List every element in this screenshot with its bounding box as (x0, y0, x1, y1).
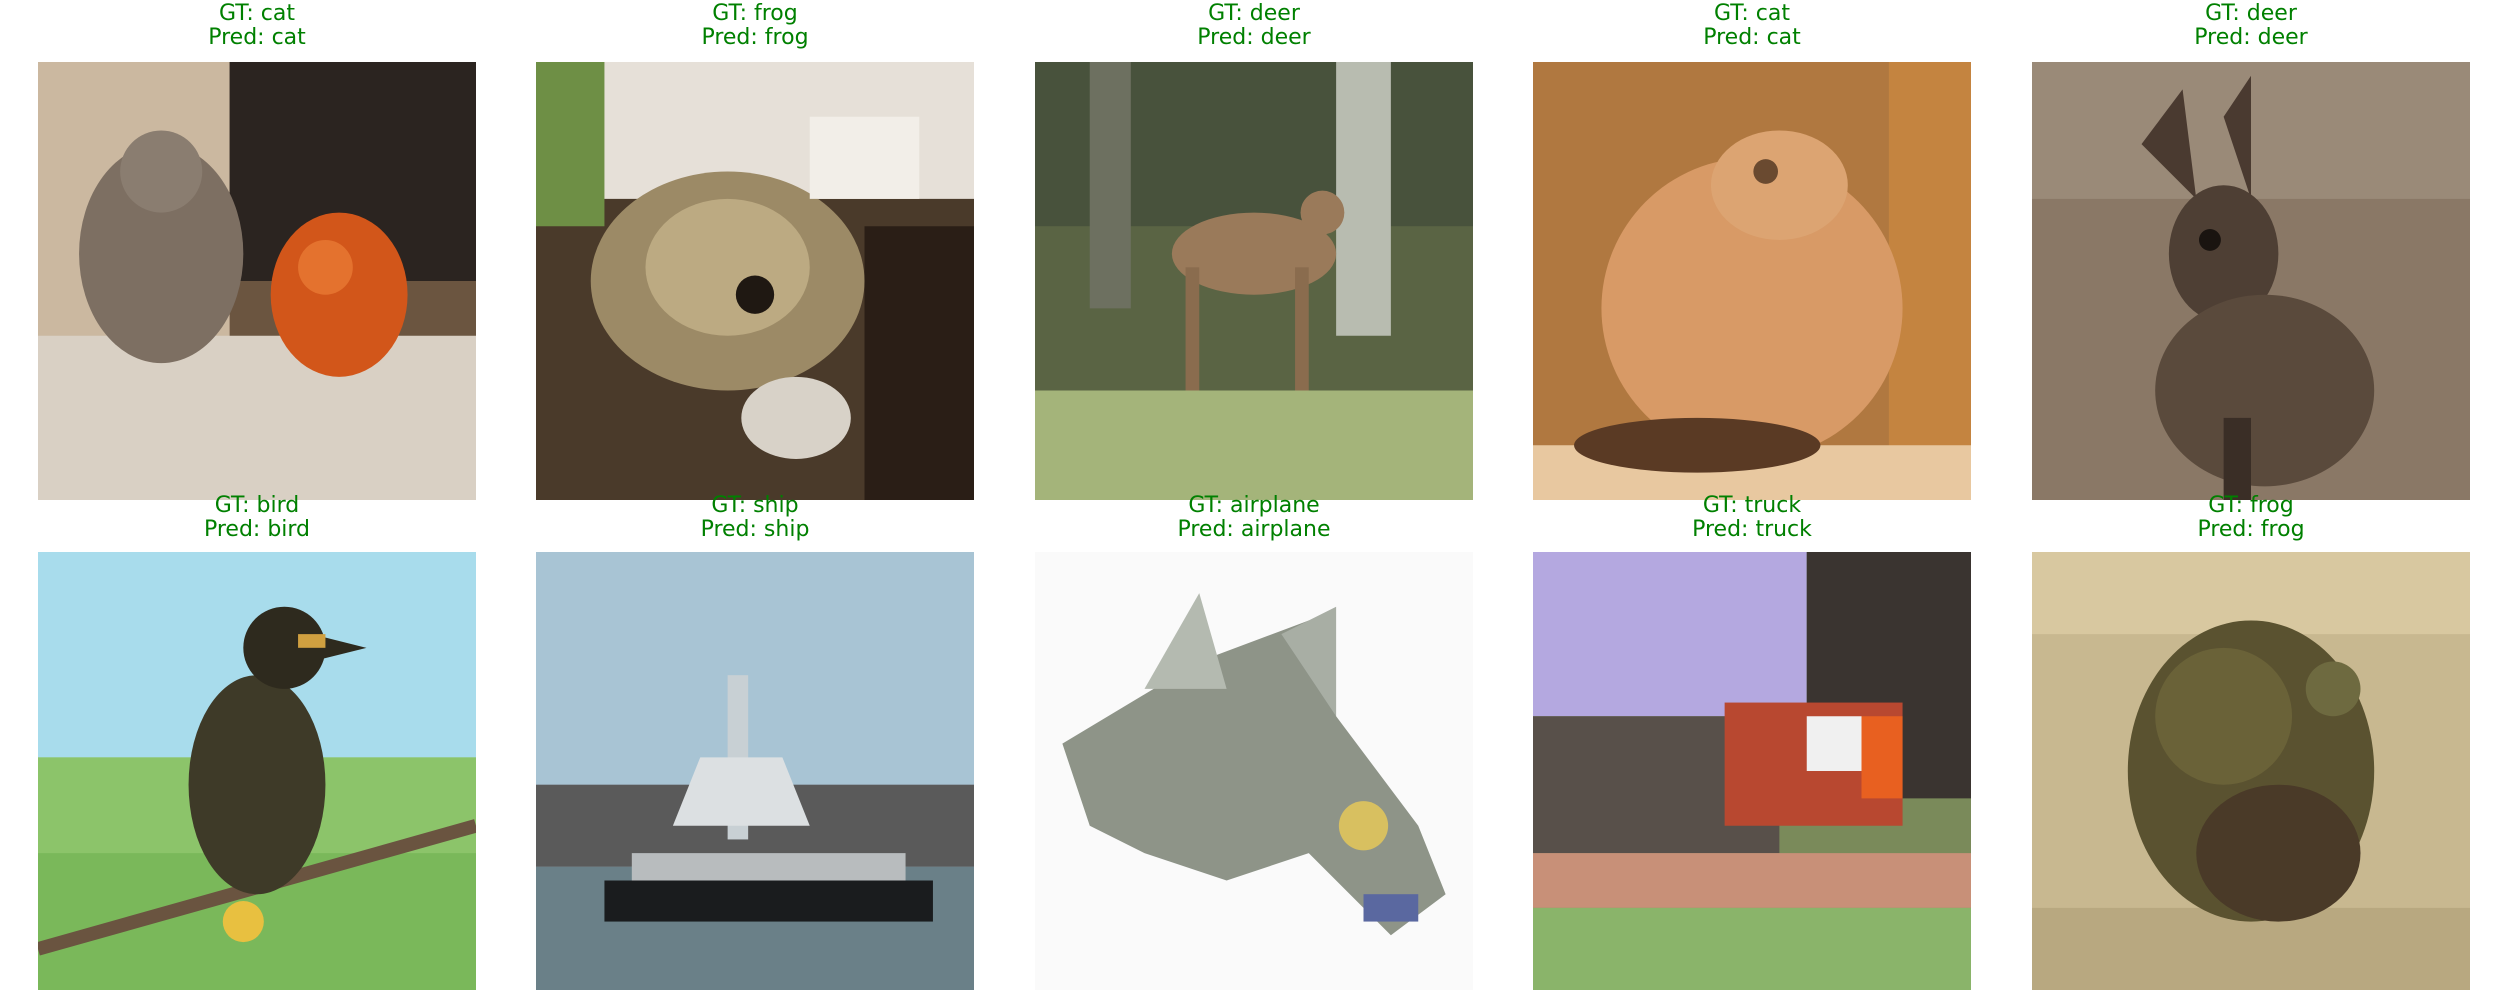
prediction-grid: GT: cat Pred: cat GT: frog Pred: frog GT… (0, 0, 2500, 1000)
prediction-label: Pred: deer (1197, 25, 1311, 50)
sample-image-frog (536, 62, 974, 500)
ground-truth-label: GT: frog (712, 1, 798, 26)
prediction-label: Pred: frog (2197, 517, 2305, 542)
ground-truth-label: GT: frog (2208, 493, 2294, 518)
prediction-label: Pred: truck (1692, 517, 1812, 542)
prediction-label: Pred: ship (700, 517, 810, 542)
prediction-label: Pred: cat (1703, 25, 1801, 50)
sample-labels: GT: airplane Pred: airplane (1035, 494, 1473, 542)
sample-labels: GT: cat Pred: cat (38, 2, 476, 50)
ground-truth-label: GT: bird (214, 493, 300, 518)
ground-truth-label: GT: deer (2205, 1, 2297, 26)
ground-truth-label: GT: truck (1702, 493, 1802, 518)
sample-labels: GT: cat Pred: cat (1533, 2, 1971, 50)
sample-image-deer (1035, 62, 1473, 500)
sample-image-airplane (1035, 552, 1473, 990)
prediction-label: Pred: frog (701, 25, 809, 50)
sample-labels: GT: truck Pred: truck (1533, 494, 1971, 542)
ground-truth-label: GT: deer (1208, 1, 1300, 26)
sample-image-truck (1533, 552, 1971, 990)
sample-image-deer (2032, 62, 2470, 500)
sample-labels: GT: frog Pred: frog (2032, 494, 2470, 542)
sample-labels: GT: bird Pred: bird (38, 494, 476, 542)
sample-image-ship (536, 552, 974, 990)
prediction-label: Pred: airplane (1177, 517, 1331, 542)
sample-labels: GT: deer Pred: deer (1035, 2, 1473, 50)
ground-truth-label: GT: airplane (1188, 493, 1320, 518)
sample-labels: GT: frog Pred: frog (536, 2, 974, 50)
sample-image-cat (38, 62, 476, 500)
sample-image-cat (1533, 62, 1971, 500)
prediction-label: Pred: deer (2194, 25, 2308, 50)
sample-image-frog (2032, 552, 2470, 990)
ground-truth-label: GT: ship (711, 493, 799, 518)
prediction-label: Pred: cat (208, 25, 306, 50)
prediction-label: Pred: bird (203, 517, 311, 542)
ground-truth-label: GT: cat (1714, 1, 1790, 26)
sample-labels: GT: ship Pred: ship (536, 494, 974, 542)
ground-truth-label: GT: cat (219, 1, 295, 26)
sample-labels: GT: deer Pred: deer (2032, 2, 2470, 50)
sample-image-bird (38, 552, 476, 990)
